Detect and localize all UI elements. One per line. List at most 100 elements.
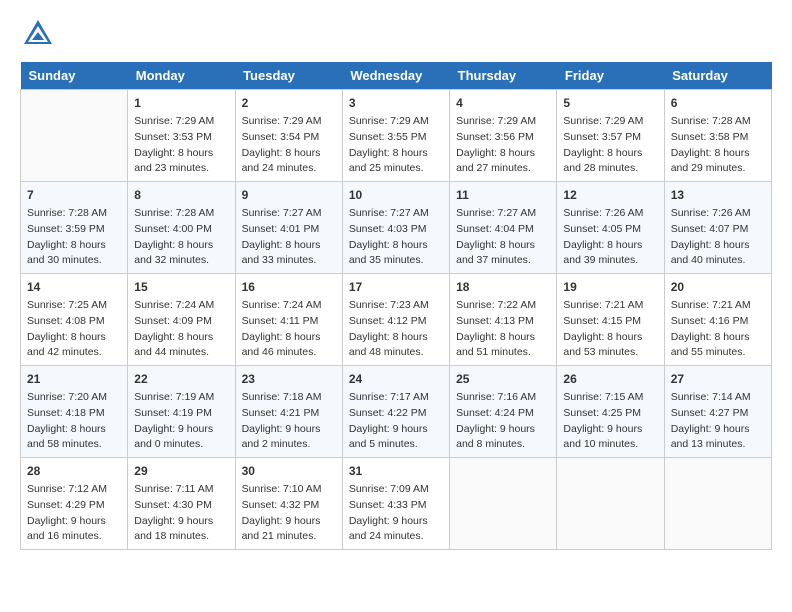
logo-icon <box>20 16 56 52</box>
calendar-cell: 13 Sunrise: 7:26 AMSunset: 4:07 PMDayligh… <box>664 182 771 274</box>
weekday-header-monday: Monday <box>128 62 235 90</box>
day-number: 3 <box>349 94 443 112</box>
day-number: 12 <box>563 186 657 204</box>
day-info: Sunrise: 7:28 AMSunset: 4:00 PMDaylight:… <box>134 206 228 269</box>
day-info: Sunrise: 7:21 AMSunset: 4:15 PMDaylight:… <box>563 298 657 361</box>
calendar-cell: 23Sunrise: 7:18 AMSunset: 4:21 PMDayligh… <box>235 366 342 458</box>
day-number: 25 <box>456 370 550 388</box>
day-number: 11 <box>456 186 550 204</box>
day-number: 16 <box>242 278 336 296</box>
day-info: Sunrise: 7:14 AMSunset: 4:27 PMDaylight:… <box>671 390 765 453</box>
calendar-cell <box>557 458 664 550</box>
calendar-cell: 3 Sunrise: 7:29 AMSunset: 3:55 PMDaylight… <box>342 90 449 182</box>
calendar-cell: 14 Sunrise: 7:25 AMSunset: 4:08 PMDayligh… <box>21 274 128 366</box>
calendar-cell: 25Sunrise: 7:16 AMSunset: 4:24 PMDayligh… <box>450 366 557 458</box>
calendar-header: SundayMondayTuesdayWednesdayThursdayFrid… <box>21 62 772 90</box>
weekday-header-tuesday: Tuesday <box>235 62 342 90</box>
calendar-cell: 10 Sunrise: 7:27 AMSunset: 4:03 PMDayligh… <box>342 182 449 274</box>
calendar-cell: 9 Sunrise: 7:27 AMSunset: 4:01 PMDaylight… <box>235 182 342 274</box>
day-number: 22 <box>134 370 228 388</box>
calendar-cell: 19 Sunrise: 7:21 AMSunset: 4:15 PMDayligh… <box>557 274 664 366</box>
day-info: Sunrise: 7:26 AMSunset: 4:07 PMDaylight:… <box>671 206 765 269</box>
weekday-row: SundayMondayTuesdayWednesdayThursdayFrid… <box>21 62 772 90</box>
day-number: 7 <box>27 186 121 204</box>
calendar-week-row: 14 Sunrise: 7:25 AMSunset: 4:08 PMDayligh… <box>21 274 772 366</box>
day-number: 6 <box>671 94 765 112</box>
calendar-cell: 20Sunrise: 7:21 AMSunset: 4:16 PMDayligh… <box>664 274 771 366</box>
calendar-cell: 16 Sunrise: 7:24 AMSunset: 4:11 PMDayligh… <box>235 274 342 366</box>
header <box>20 16 772 52</box>
day-info: Sunrise: 7:11 AMSunset: 4:30 PMDaylight:… <box>134 482 228 545</box>
day-info: Sunrise: 7:29 AMSunset: 3:54 PMDaylight:… <box>242 114 336 177</box>
calendar-cell: 27Sunrise: 7:14 AMSunset: 4:27 PMDayligh… <box>664 366 771 458</box>
day-number: 19 <box>563 278 657 296</box>
day-number: 30 <box>242 462 336 480</box>
day-number: 21 <box>27 370 121 388</box>
day-number: 9 <box>242 186 336 204</box>
day-info: Sunrise: 7:21 AMSunset: 4:16 PMDaylight:… <box>671 298 765 361</box>
calendar-week-row: 21 Sunrise: 7:20 AMSunset: 4:18 PMDayligh… <box>21 366 772 458</box>
day-info: Sunrise: 7:27 AMSunset: 4:04 PMDaylight:… <box>456 206 550 269</box>
calendar-cell: 26Sunrise: 7:15 AMSunset: 4:25 PMDayligh… <box>557 366 664 458</box>
day-info: Sunrise: 7:29 AMSunset: 3:57 PMDaylight:… <box>563 114 657 177</box>
day-info: Sunrise: 7:19 AMSunset: 4:19 PMDaylight:… <box>134 390 228 453</box>
day-info: Sunrise: 7:27 AMSunset: 4:01 PMDaylight:… <box>242 206 336 269</box>
calendar-cell: 11 Sunrise: 7:27 AMSunset: 4:04 PMDayligh… <box>450 182 557 274</box>
calendar-cell: 29 Sunrise: 7:11 AMSunset: 4:30 PMDayligh… <box>128 458 235 550</box>
day-number: 24 <box>349 370 443 388</box>
day-info: Sunrise: 7:22 AMSunset: 4:13 PMDaylight:… <box>456 298 550 361</box>
calendar-cell: 30 Sunrise: 7:10 AMSunset: 4:32 PMDayligh… <box>235 458 342 550</box>
weekday-header-sunday: Sunday <box>21 62 128 90</box>
day-number: 2 <box>242 94 336 112</box>
logo <box>20 16 60 52</box>
calendar-cell: 6 Sunrise: 7:28 AMSunset: 3:58 PMDaylight… <box>664 90 771 182</box>
calendar-cell: 22 Sunrise: 7:19 AMSunset: 4:19 PMDayligh… <box>128 366 235 458</box>
day-number: 18 <box>456 278 550 296</box>
day-info: Sunrise: 7:15 AMSunset: 4:25 PMDaylight:… <box>563 390 657 453</box>
day-info: Sunrise: 7:17 AMSunset: 4:22 PMDaylight:… <box>349 390 443 453</box>
day-number: 28 <box>27 462 121 480</box>
calendar-week-row: 1Sunrise: 7:29 AMSunset: 3:53 PMDaylight… <box>21 90 772 182</box>
day-number: 14 <box>27 278 121 296</box>
day-info: Sunrise: 7:18 AMSunset: 4:21 PMDaylight:… <box>242 390 336 453</box>
day-info: Sunrise: 7:23 AMSunset: 4:12 PMDaylight:… <box>349 298 443 361</box>
weekday-header-wednesday: Wednesday <box>342 62 449 90</box>
day-info: Sunrise: 7:10 AMSunset: 4:32 PMDaylight:… <box>242 482 336 545</box>
day-number: 1 <box>134 94 228 112</box>
calendar-cell <box>21 90 128 182</box>
day-number: 15 <box>134 278 228 296</box>
day-number: 8 <box>134 186 228 204</box>
calendar-cell: 15 Sunrise: 7:24 AMSunset: 4:09 PMDayligh… <box>128 274 235 366</box>
calendar-cell: 7Sunrise: 7:28 AMSunset: 3:59 PMDaylight… <box>21 182 128 274</box>
day-number: 29 <box>134 462 228 480</box>
day-info: Sunrise: 7:29 AMSunset: 3:56 PMDaylight:… <box>456 114 550 177</box>
calendar-week-row: 7Sunrise: 7:28 AMSunset: 3:59 PMDaylight… <box>21 182 772 274</box>
day-number: 13 <box>671 186 765 204</box>
day-info: Sunrise: 7:28 AMSunset: 3:58 PMDaylight:… <box>671 114 765 177</box>
weekday-header-friday: Friday <box>557 62 664 90</box>
day-info: Sunrise: 7:26 AMSunset: 4:05 PMDaylight:… <box>563 206 657 269</box>
weekday-header-thursday: Thursday <box>450 62 557 90</box>
weekday-header-saturday: Saturday <box>664 62 771 90</box>
day-number: 17 <box>349 278 443 296</box>
calendar-cell: 5 Sunrise: 7:29 AMSunset: 3:57 PMDaylight… <box>557 90 664 182</box>
day-info: Sunrise: 7:20 AMSunset: 4:18 PMDaylight:… <box>27 390 121 453</box>
calendar-cell: 24 Sunrise: 7:17 AMSunset: 4:22 PMDayligh… <box>342 366 449 458</box>
calendar-cell: 17 Sunrise: 7:23 AMSunset: 4:12 PMDayligh… <box>342 274 449 366</box>
calendar-cell: 12 Sunrise: 7:26 AMSunset: 4:05 PMDayligh… <box>557 182 664 274</box>
day-info: Sunrise: 7:29 AMSunset: 3:55 PMDaylight:… <box>349 114 443 177</box>
day-info: Sunrise: 7:12 AMSunset: 4:29 PMDaylight:… <box>27 482 121 545</box>
day-number: 10 <box>349 186 443 204</box>
day-info: Sunrise: 7:09 AMSunset: 4:33 PMDaylight:… <box>349 482 443 545</box>
calendar-cell: 28 Sunrise: 7:12 AMSunset: 4:29 PMDayligh… <box>21 458 128 550</box>
day-number: 4 <box>456 94 550 112</box>
calendar-cell: 18 Sunrise: 7:22 AMSunset: 4:13 PMDayligh… <box>450 274 557 366</box>
day-number: 5 <box>563 94 657 112</box>
day-info: Sunrise: 7:24 AMSunset: 4:09 PMDaylight:… <box>134 298 228 361</box>
day-info: Sunrise: 7:27 AMSunset: 4:03 PMDaylight:… <box>349 206 443 269</box>
day-info: Sunrise: 7:24 AMSunset: 4:11 PMDaylight:… <box>242 298 336 361</box>
calendar-table: SundayMondayTuesdayWednesdayThursdayFrid… <box>20 62 772 550</box>
day-number: 31 <box>349 462 443 480</box>
calendar-cell <box>450 458 557 550</box>
day-info: Sunrise: 7:25 AMSunset: 4:08 PMDaylight:… <box>27 298 121 361</box>
